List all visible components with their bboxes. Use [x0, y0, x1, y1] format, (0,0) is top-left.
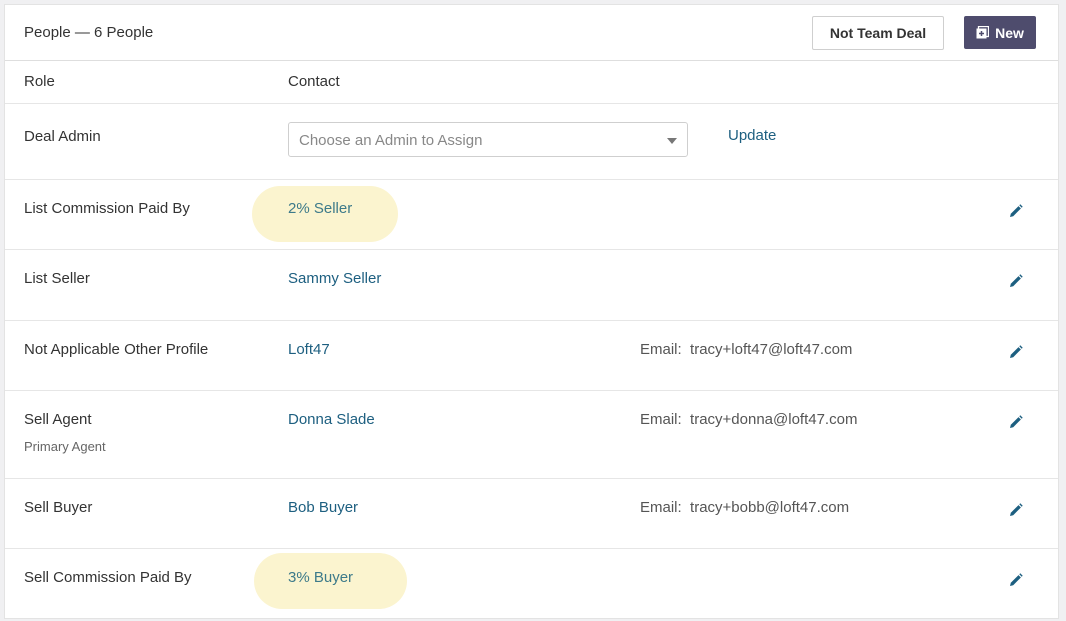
admin-select[interactable]: Choose an Admin to Assign: [288, 122, 688, 157]
email-value: tracy+donna@loft47.com: [690, 411, 858, 428]
role-label: Sell Agent: [24, 411, 92, 428]
pencil-icon[interactable]: [1009, 204, 1023, 218]
commission-value: 3% Buyer: [288, 569, 354, 586]
email-value: tracy+bobb@loft47.com: [690, 499, 850, 516]
contact-link[interactable]: Bob Buyer: [288, 499, 358, 516]
pencil-icon[interactable]: [1009, 345, 1023, 359]
table-row: List Seller Sammy Seller: [5, 250, 1058, 321]
role-label: Deal Admin: [24, 128, 101, 145]
column-contact: Contact: [288, 73, 340, 90]
contact-link[interactable]: Loft47: [288, 341, 330, 358]
commission-value: 2% Seller: [288, 200, 353, 217]
column-headers: Role Contact: [5, 61, 1058, 104]
panel-header: People — 6 People Not Team Deal New: [5, 5, 1058, 61]
email-value: tracy+loft47@loft47.com: [690, 341, 853, 358]
pencil-icon[interactable]: [1009, 573, 1023, 587]
role-sublabel: Primary Agent: [24, 439, 106, 454]
chevron-down-icon: [667, 138, 677, 144]
role-label: List Commission Paid By: [24, 200, 190, 217]
table-row: Sell Buyer Bob Buyer Email: tracy+bobb@l…: [5, 479, 1058, 549]
role-label: Sell Buyer: [24, 499, 93, 516]
table-row: Deal Admin Choose an Admin to Assign Upd…: [5, 104, 1058, 180]
table-row: Sell Agent Primary Agent Donna Slade Ema…: [5, 391, 1058, 479]
pencil-icon[interactable]: [1009, 415, 1023, 429]
not-team-deal-button[interactable]: Not Team Deal: [812, 16, 944, 50]
new-button-label: New: [995, 24, 1024, 41]
role-label: List Seller: [24, 270, 90, 287]
email-label: Email:: [640, 499, 682, 516]
email-text: Email: tracy+bobb@loft47.com: [640, 499, 849, 516]
role-label: Not Applicable Other Profile: [24, 341, 209, 358]
email-text: Email: tracy+donna@loft47.com: [640, 411, 857, 428]
email-text: Email: tracy+loft47@loft47.com: [640, 341, 852, 358]
update-link[interactable]: Update: [728, 127, 776, 144]
contact-link[interactable]: Donna Slade: [288, 411, 375, 428]
column-role: Role: [24, 73, 55, 90]
page-title: People — 6 People: [24, 24, 154, 41]
email-label: Email:: [640, 341, 682, 358]
pencil-icon[interactable]: [1009, 274, 1023, 288]
pencil-icon[interactable]: [1009, 503, 1023, 517]
table-row: Sell Commission Paid By 3% Buyer: [5, 549, 1058, 619]
table-row: Not Applicable Other Profile Loft47 Emai…: [5, 321, 1058, 391]
new-button[interactable]: New: [964, 16, 1036, 49]
contact-link[interactable]: Sammy Seller: [288, 270, 381, 287]
select-placeholder: Choose an Admin to Assign: [299, 132, 483, 149]
table-row: List Commission Paid By 2% Seller: [5, 180, 1058, 250]
email-label: Email:: [640, 411, 682, 428]
role-label: Sell Commission Paid By: [24, 569, 192, 586]
plus-square-icon: [976, 26, 990, 39]
people-panel: People — 6 People Not Team Deal New Role…: [4, 4, 1059, 619]
